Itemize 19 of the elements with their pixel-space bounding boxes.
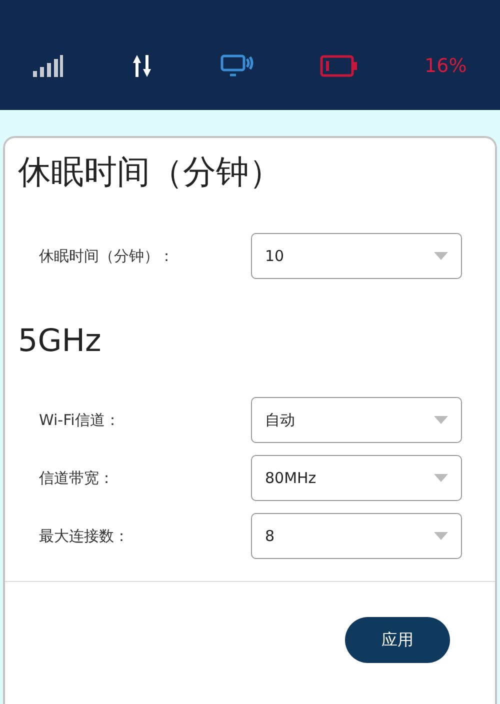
dropdown[interactable]: 10	[251, 233, 462, 279]
caret-icon	[434, 532, 448, 540]
signal-icon	[33, 55, 64, 77]
section-title: 休眠时间（分钟）	[17, 151, 283, 193]
dropdown[interactable]: 自动	[251, 397, 462, 443]
field-label: 最大连接数：	[38, 526, 130, 546]
battery-percentage: 16%	[424, 55, 467, 77]
dropdown[interactable]: 80MHz	[251, 455, 462, 501]
field-label: 休眠时间（分钟）：	[38, 246, 175, 266]
field-label: 信道带宽：	[38, 468, 115, 488]
caret-icon	[434, 416, 448, 424]
section-title: 5GHz	[17, 322, 102, 359]
caret-icon	[434, 252, 448, 260]
dropdown[interactable]: 8	[251, 513, 462, 559]
apply-button[interactable]: 应用	[345, 617, 450, 663]
battery-low-icon	[320, 55, 358, 77]
caret-icon	[434, 474, 448, 482]
screen-cast-icon	[220, 54, 254, 78]
field-label: Wi-Fi信道：	[38, 410, 121, 430]
